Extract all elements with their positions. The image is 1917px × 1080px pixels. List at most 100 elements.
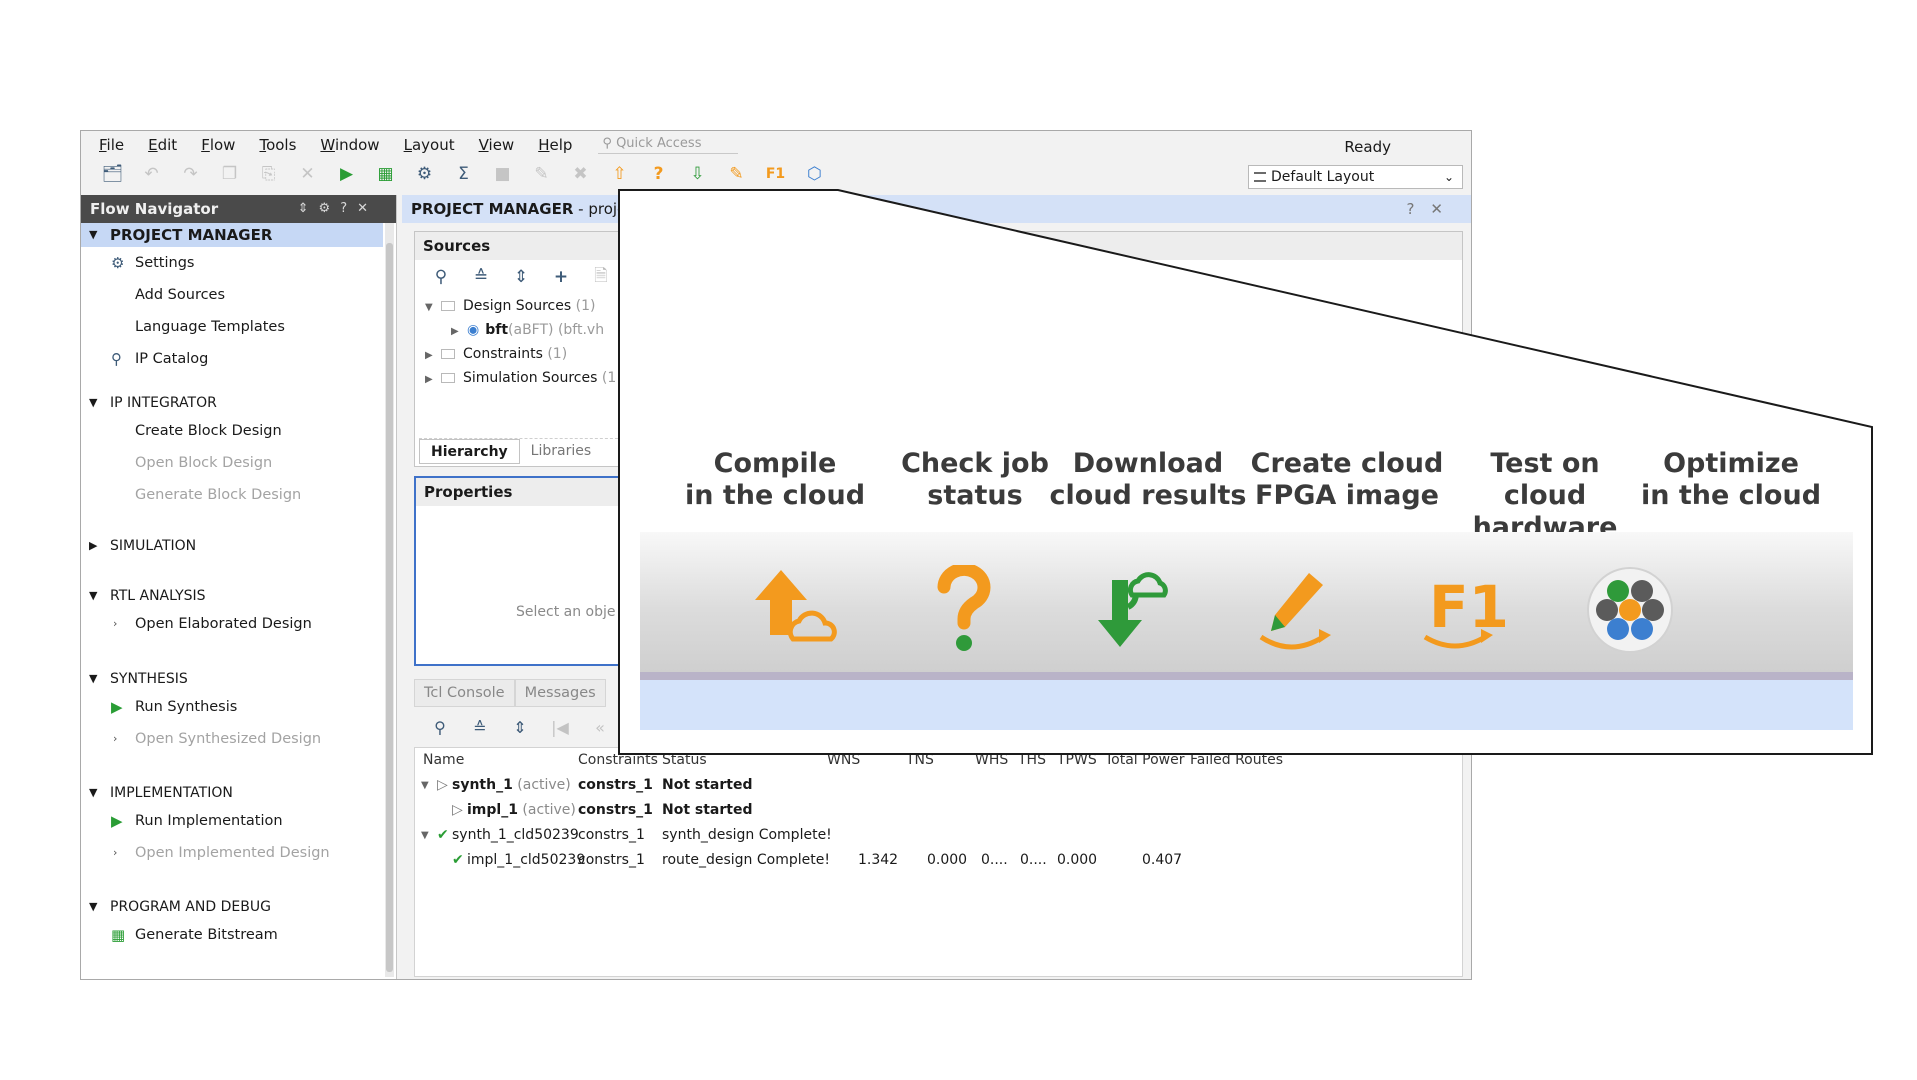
expand-all-icon[interactable]: ⇕ [500,718,540,737]
nav-item-open-block-design[interactable]: Open Block Design [81,447,383,479]
menu-file[interactable]: File [81,131,136,157]
tab-libraries[interactable]: Libraries [520,439,602,464]
section-title-synthesis[interactable]: ▼ SYNTHESIS [81,667,383,691]
nav-item-run-synthesis[interactable]: ▶ Run Synthesis [81,691,383,723]
first-icon[interactable]: |◀ [540,718,580,737]
table-row[interactable]: ▷ impl_1 (active) constrs_1 Not started [415,798,1462,823]
compile-cloud-small-icon[interactable]: ⇧ [600,161,639,187]
toolbar-disabled-icon-1[interactable]: ■ [483,161,522,187]
section-title-simulation[interactable]: ▶ SIMULATION [81,534,383,558]
table-row[interactable]: ▼ ✔ synth_1_cld50239 constrs_1 synth_des… [415,823,1462,848]
settings-gear-icon[interactable]: ⚙ [405,161,444,187]
menu-layout[interactable]: Layout [392,131,467,157]
toolbar-disabled-icon-2[interactable]: ✎ [522,161,561,187]
open-project-icon[interactable]: 🗂 [93,161,132,187]
run-icon[interactable]: ▶ [327,161,366,187]
nav-item-settings[interactable]: ⚙ Settings [81,247,383,279]
section-title-ip-integrator[interactable]: ▼ IP INTEGRATOR [81,391,383,415]
toolbar-disabled-icon-3[interactable]: ✖ [561,161,600,187]
redo-icon[interactable]: ↷ [171,161,210,187]
chevron-down-icon: ▼ [89,589,98,602]
nav-item-language-templates[interactable]: Language Templates [81,311,383,343]
table-header: Name Constraints Status WNS TNS WHS THS … [415,748,1462,773]
panel-options-icons[interactable]: ⇕⚙?✕ [298,195,378,223]
col-name[interactable]: Name [423,748,464,773]
paste-icon[interactable]: ⎘ [249,161,288,187]
upload-cloud-icon[interactable] [749,565,849,655]
col-ths[interactable]: THS [1018,748,1046,773]
section-title-project-manager[interactable]: ▼ PROJECT MANAGER [81,223,383,247]
nav-item-add-sources[interactable]: Add Sources [81,279,383,311]
menu-window[interactable]: Window [308,131,391,157]
tab-messages[interactable]: Messages [514,679,606,707]
menu-help[interactable]: Help [526,131,584,157]
nav-item-open-implemented-design[interactable]: › Open Implemented Design [81,837,383,869]
col-wns[interactable]: WNS [827,748,860,773]
chevron-down-icon: ▼ [89,672,98,685]
nav-item-run-implementation[interactable]: ▶ Run Implementation [81,805,383,837]
optimize-small-icon[interactable]: ⬡ [795,161,834,187]
table-row[interactable]: ▼ ▷ synth_1 (active) constrs_1 Not start… [415,773,1462,798]
flow-navigator-scrollbar[interactable] [385,223,394,977]
flow-navigator-title: Flow Navigator [90,200,219,218]
tab-tcl-console[interactable]: Tcl Console [414,679,515,707]
nav-item-generate-bitstream[interactable]: ▦ Generate Bitstream [81,919,383,951]
quick-access-search[interactable]: ⚲ Quick Access [598,134,739,154]
col-tns[interactable]: TNS [906,748,934,773]
expand-all-icon[interactable]: ⇕ [501,267,541,287]
tab-hierarchy[interactable]: Hierarchy [419,439,520,464]
section-title-implementation[interactable]: ▼ IMPLEMENTATION [81,781,383,805]
run-idle-icon: ▷ [452,802,463,818]
layout-dropdown[interactable]: Default Layout ⌄ [1248,165,1463,189]
collapse-all-icon[interactable]: ≙ [460,718,500,737]
nav-item-open-elaborated-design[interactable]: › Open Elaborated Design [81,608,383,640]
job-status-small-icon[interactable]: ? [639,161,678,187]
menu-view[interactable]: View [467,131,527,157]
f1-icon[interactable]: F1 [1407,565,1507,655]
undo-icon[interactable]: ↶ [132,161,171,187]
play-icon: ▶ [111,812,123,830]
table-row[interactable]: ✔ impl_1_cld50239 constrs_1 route_design… [415,848,1462,873]
collapse-all-icon[interactable]: ≙ [461,267,501,287]
chevron-down-icon: ▼ [425,302,433,313]
chevron-right-icon: ▶ [425,374,433,385]
section-title-program-debug[interactable]: ▼ PROGRAM AND DEBUG [81,895,383,919]
menu-flow[interactable]: Flow [189,131,247,157]
nav-item-create-block-design[interactable]: Create Block Design [81,415,383,447]
f1-small-icon[interactable]: F1 [756,161,795,187]
col-whs[interactable]: WHS [975,748,1008,773]
hexagon-cluster-icon[interactable] [1580,565,1680,655]
col-tpws[interactable]: TPWS [1057,748,1097,773]
create-image-small-icon[interactable]: ✎ [717,161,756,187]
pencil-icon[interactable] [1249,565,1349,655]
callout-band-blue [640,680,1853,730]
col-failed-routes[interactable]: Failed Routes [1190,748,1283,773]
chevron-right-icon: › [113,617,118,630]
section-title-rtl-analysis[interactable]: ▼ RTL ANALYSIS [81,584,383,608]
col-constraints[interactable]: Constraints [578,748,658,773]
nav-item-generate-block-design[interactable]: Generate Block Design [81,479,383,511]
nav-item-open-synthesized-design[interactable]: › Open Synthesized Design [81,723,383,755]
search-icon[interactable]: ⚲ [421,267,461,287]
col-total-power[interactable]: Total Power [1105,748,1184,773]
design-runs-table: Name Constraints Status WNS TNS WHS THS … [414,747,1463,977]
download-cloud-small-icon[interactable]: ⇩ [678,161,717,187]
question-icon[interactable] [914,565,1014,655]
sigma-icon[interactable]: Σ [444,161,483,187]
nav-item-ip-catalog[interactable]: ⚲ IP Catalog [81,343,383,375]
add-icon[interactable]: + [541,267,581,287]
delete-icon[interactable]: ✕ [288,161,327,187]
previous-icon[interactable]: « [580,718,620,737]
menu-edit[interactable]: Edit [136,131,189,157]
search-icon[interactable]: ⚲ [420,718,460,737]
chevron-right-icon: › [113,732,118,745]
gear-icon: ⚙ [111,254,125,272]
layout-dropdown-value: Default Layout [1271,169,1375,185]
download-cloud-icon[interactable] [1084,565,1184,655]
file-icon[interactable]: 🗎 [581,263,621,292]
copy-icon[interactable]: ❐ [210,161,249,187]
col-status[interactable]: Status [662,748,707,773]
bitstream-icon[interactable]: ▦ [366,161,405,187]
checkmark-icon: ✔ [452,852,464,868]
menu-tools[interactable]: Tools [247,131,308,157]
